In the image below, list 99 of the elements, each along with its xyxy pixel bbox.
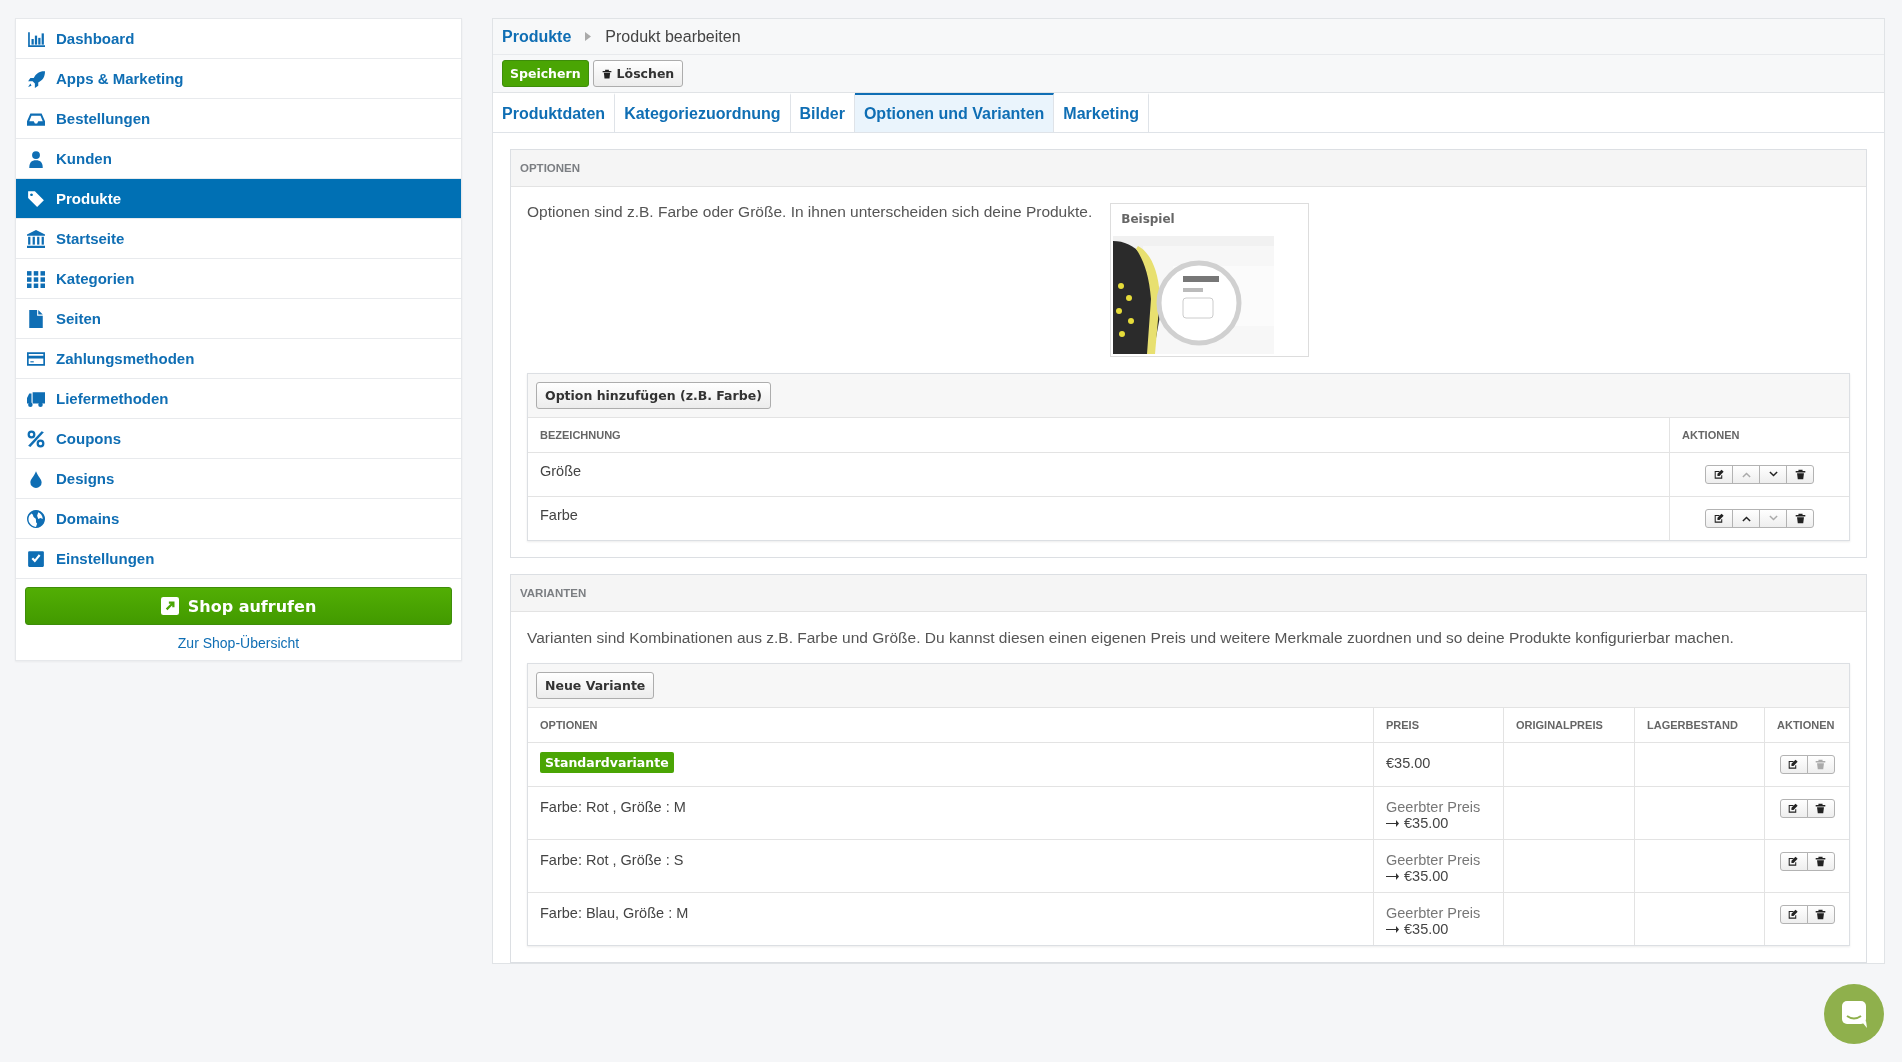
variants-description: Varianten sind Kombinationen aus z.B. Farbe und Größe. Du kannst diesen einen eigenen Preis und weitere Merkmale zuordnen und so deine Produkte konfigurierbar machen. <box>527 628 1735 647</box>
column-header: PREIS <box>1374 708 1504 742</box>
add-option-button[interactable]: Option hinzufügen (z.B. Farbe) <box>536 382 771 409</box>
edit-icon <box>1788 909 1799 920</box>
column-header: BEZEICHNUNG <box>528 418 1670 452</box>
sidebar-item[interactable]: Coupons <box>16 419 461 459</box>
shop-overview-link[interactable]: Zur Shop-Übersicht <box>25 635 452 651</box>
variant-options: Farbe: Rot , Größe : M <box>540 799 686 815</box>
edit-button[interactable] <box>1705 509 1733 528</box>
tag-icon <box>27 189 45 208</box>
arrow-right-icon <box>1386 872 1399 880</box>
sidebar-item[interactable]: Kategorien <box>16 259 461 299</box>
section-title: VARIANTEN <box>511 575 1866 612</box>
sidebar-item[interactable]: Dashboard <box>16 19 461 59</box>
bar-chart-icon <box>27 29 45 48</box>
sidebar-item[interactable]: Bestellungen <box>16 99 461 139</box>
trash-icon <box>1815 856 1826 867</box>
sidebar-item[interactable]: Seiten <box>16 299 461 339</box>
page-title: Produkt bearbeiten <box>605 27 741 46</box>
price-text: €35.00 <box>1404 815 1449 831</box>
column-header: LAGERBESTAND <box>1635 708 1765 742</box>
variant-options: Farbe: Rot , Größe : S <box>540 852 684 868</box>
chevron-down-icon <box>1767 513 1779 524</box>
variant-options: Farbe: Blau, Größe : M <box>540 905 689 921</box>
price-text: €35.00 <box>1386 755 1431 771</box>
column-header: ORIGINALPREIS <box>1504 708 1635 742</box>
truck-icon <box>27 389 45 408</box>
price-text: €35.00 <box>1404 921 1449 937</box>
sidebar-item[interactable]: Domains <box>16 499 461 539</box>
grid-icon <box>27 269 45 288</box>
trash-icon <box>601 68 612 79</box>
edit-icon <box>1713 469 1725 480</box>
checkbox-icon <box>27 549 45 568</box>
delete-button[interactable] <box>1806 852 1835 871</box>
bank-icon <box>27 229 45 248</box>
delete-button[interactable] <box>1786 465 1814 484</box>
inherited-price-note: Geerbter Preis <box>1386 799 1482 815</box>
price-text: €35.00 <box>1404 868 1449 884</box>
example-title: Beispiel <box>1120 211 1176 228</box>
edit-icon <box>1713 513 1725 524</box>
section-title: OPTIONEN <box>511 150 1866 187</box>
delete-button[interactable] <box>1806 799 1835 818</box>
rocket-icon <box>27 69 45 88</box>
tab[interactable]: Produktdaten <box>493 93 616 132</box>
sidebar-item[interactable]: Einstellungen <box>16 539 461 579</box>
sidebar-item[interactable]: Liefermethoden <box>16 379 461 419</box>
edit-icon <box>1788 803 1799 814</box>
options-description: Optionen sind z.B. Farbe oder Größe. In ihnen unterscheiden sich deine Produkte. <box>527 203 1093 221</box>
move-up-button[interactable] <box>1732 509 1760 528</box>
shop-button[interactable]: Shop aufrufen <box>25 587 452 625</box>
caret-right-icon <box>585 32 592 41</box>
breadcrumb-link[interactable]: Produkte <box>502 27 572 46</box>
tab[interactable]: Marketing <box>1054 93 1149 132</box>
new-variant-button[interactable]: Neue Variante <box>536 672 655 699</box>
trash-icon <box>1794 513 1806 524</box>
edit-icon <box>1788 759 1799 770</box>
arrow-right-icon <box>1386 819 1399 827</box>
tab[interactable]: Bilder <box>790 93 855 132</box>
user-icon <box>27 149 45 168</box>
trash-icon <box>1794 469 1806 480</box>
trash-icon <box>1815 803 1826 814</box>
column-header: OPTIONEN <box>528 708 1374 742</box>
sidebar-item[interactable]: Designs <box>16 459 461 499</box>
tab[interactable]: Optionen und Varianten <box>854 93 1055 132</box>
sidebar-item[interactable]: Apps & Marketing <box>16 59 461 99</box>
edit-button[interactable] <box>1779 755 1808 774</box>
table-cell: Größe <box>528 453 1670 496</box>
column-header: AKTIONEN <box>1776 718 1836 733</box>
sidebar-item[interactable]: Startseite <box>16 219 461 259</box>
default-variant-badge: Standardvariante <box>540 752 674 773</box>
edit-button[interactable] <box>1779 905 1808 924</box>
move-down-button[interactable] <box>1759 465 1787 484</box>
column-header: AKTIONEN <box>1681 428 1741 443</box>
edit-button[interactable] <box>1779 799 1808 818</box>
credit-card-icon <box>27 349 45 368</box>
save-button[interactable]: Speichern <box>502 60 589 87</box>
edit-button[interactable] <box>1705 465 1733 484</box>
edit-button[interactable] <box>1779 852 1808 871</box>
trash-icon <box>1815 759 1826 770</box>
sidebar-item[interactable]: Zahlungsmethoden <box>16 339 461 379</box>
sidebar-item[interactable]: Produkte <box>16 179 461 219</box>
arrow-right-icon <box>1386 925 1399 933</box>
chevron-down-icon <box>1767 469 1779 480</box>
edit-icon <box>1788 856 1799 867</box>
globe-icon <box>27 509 45 528</box>
table-cell: Farbe <box>528 497 1670 540</box>
tab[interactable]: Kategoriezuordnung <box>615 93 791 132</box>
trash-icon <box>1815 909 1826 920</box>
inherited-price-note: Geerbter Preis <box>1386 852 1482 868</box>
file-icon <box>27 309 45 328</box>
external-link-icon <box>160 597 179 615</box>
percent-icon <box>27 429 45 448</box>
delete-button[interactable]: Löschen <box>592 60 684 87</box>
drop-icon <box>27 469 45 488</box>
chevron-up-icon <box>1740 513 1752 524</box>
chevron-up-icon <box>1740 469 1752 480</box>
inherited-price-note: Geerbter Preis <box>1386 905 1482 921</box>
delete-button[interactable] <box>1806 905 1835 924</box>
delete-button[interactable] <box>1786 509 1814 528</box>
